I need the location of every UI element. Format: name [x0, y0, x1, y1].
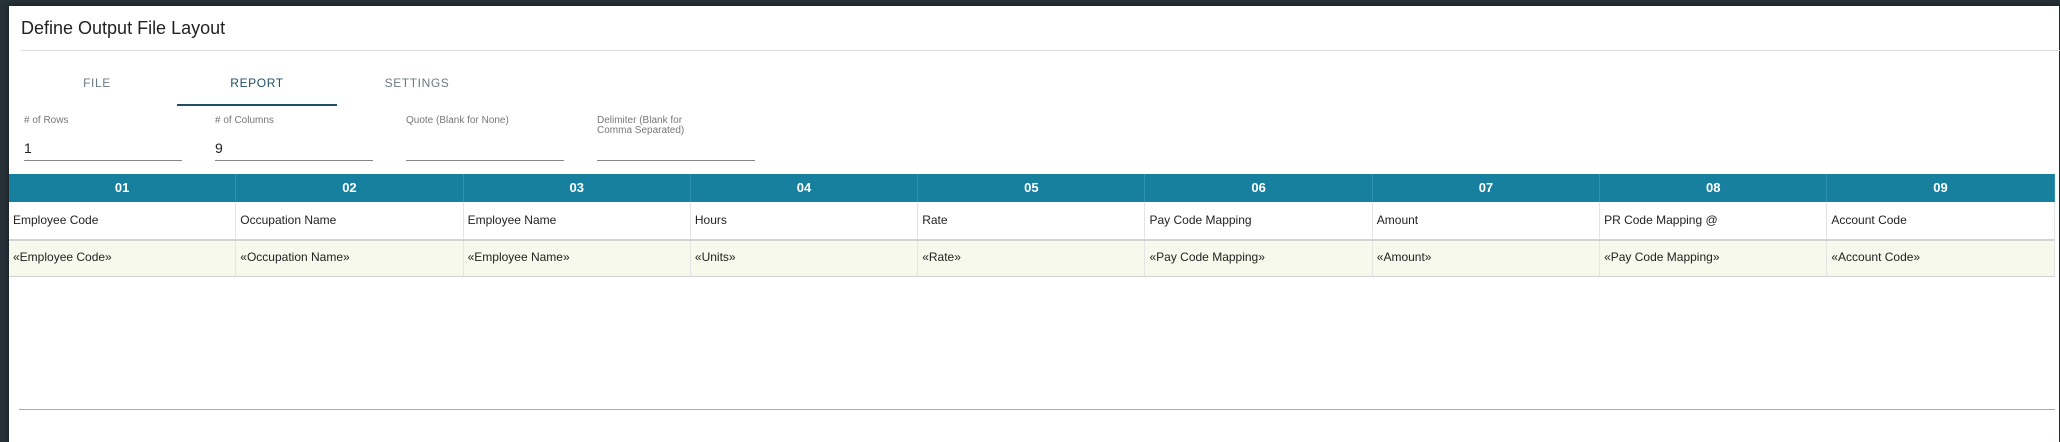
- column-name-cell[interactable]: Rate: [918, 202, 1146, 239]
- quote-field-label: Quote (Blank for None): [406, 115, 509, 126]
- rows-field[interactable]: # of Rows 1: [24, 116, 182, 161]
- column-number-row: 01 02 03 04 05 06 07 08 09: [9, 174, 2055, 202]
- merge-field-cell[interactable]: «Account Code»: [1827, 241, 2055, 276]
- column-name-cell[interactable]: Account Code: [1827, 202, 2055, 239]
- column-name-cell[interactable]: PR Code Mapping @: [1600, 202, 1828, 239]
- column-name-cell[interactable]: Occupation Name: [236, 202, 464, 239]
- tab-report[interactable]: REPORT: [177, 66, 337, 106]
- merge-field-cell[interactable]: «Employee Name»: [463, 241, 691, 276]
- tab-bar: FILE REPORT SETTINGS: [17, 66, 497, 106]
- tab-file[interactable]: FILE: [17, 66, 177, 106]
- column-number-header[interactable]: 06: [1145, 174, 1373, 202]
- merge-field-cell[interactable]: «Occupation Name»: [236, 241, 464, 276]
- define-output-file-layout-dialog: Define Output File Layout FILE REPORT SE…: [9, 6, 2060, 442]
- column-name-cell[interactable]: Pay Code Mapping: [1145, 202, 1373, 239]
- columns-field-value[interactable]: 9: [215, 140, 223, 156]
- column-number-header[interactable]: 05: [918, 174, 1146, 202]
- column-number-header[interactable]: 01: [9, 174, 237, 202]
- footer-divider: [19, 409, 2055, 410]
- columns-field-label: # of Columns: [215, 115, 274, 126]
- merge-field-cell[interactable]: «Rate»: [918, 241, 1146, 276]
- merge-field-cell[interactable]: «Pay Code Mapping»: [1600, 241, 1828, 276]
- column-name-cell[interactable]: Employee Code: [9, 202, 237, 239]
- columns-field[interactable]: # of Columns 9: [215, 116, 373, 161]
- quote-field[interactable]: Quote (Blank for None): [406, 116, 564, 161]
- rows-field-label: # of Rows: [24, 115, 69, 126]
- rows-field-value[interactable]: 1: [24, 140, 32, 156]
- delimiter-field-label: Delimiter (Blank for Comma Separated): [597, 115, 685, 136]
- merge-field-row: «Employee Code» «Occupation Name» «Emplo…: [9, 239, 2055, 277]
- column-name-row: Employee Code Occupation Name Employee N…: [9, 202, 2055, 239]
- title-divider: [21, 50, 2060, 51]
- dialog-title: Define Output File Layout: [21, 18, 226, 38]
- column-number-header[interactable]: 04: [691, 174, 919, 202]
- column-name-cell[interactable]: Amount: [1372, 202, 1601, 239]
- column-number-header[interactable]: 07: [1373, 174, 1601, 202]
- column-number-header[interactable]: 03: [464, 174, 691, 202]
- layout-grid: 01 02 03 04 05 06 07 08 09 Employee Code…: [9, 174, 2055, 277]
- merge-field-cell[interactable]: «Units»: [690, 241, 919, 276]
- tab-settings[interactable]: SETTINGS: [337, 66, 497, 106]
- merge-field-cell[interactable]: «Employee Code»: [9, 241, 237, 276]
- column-number-header[interactable]: 08: [1600, 174, 1828, 202]
- column-number-header[interactable]: 09: [1827, 174, 2055, 202]
- column-name-cell[interactable]: Hours: [690, 202, 919, 239]
- column-name-cell[interactable]: Employee Name: [463, 202, 691, 239]
- delimiter-field[interactable]: Delimiter (Blank for Comma Separated): [597, 116, 755, 161]
- merge-field-cell[interactable]: «Amount»: [1372, 241, 1601, 276]
- merge-field-cell[interactable]: «Pay Code Mapping»: [1145, 241, 1373, 276]
- column-number-header[interactable]: 02: [236, 174, 464, 202]
